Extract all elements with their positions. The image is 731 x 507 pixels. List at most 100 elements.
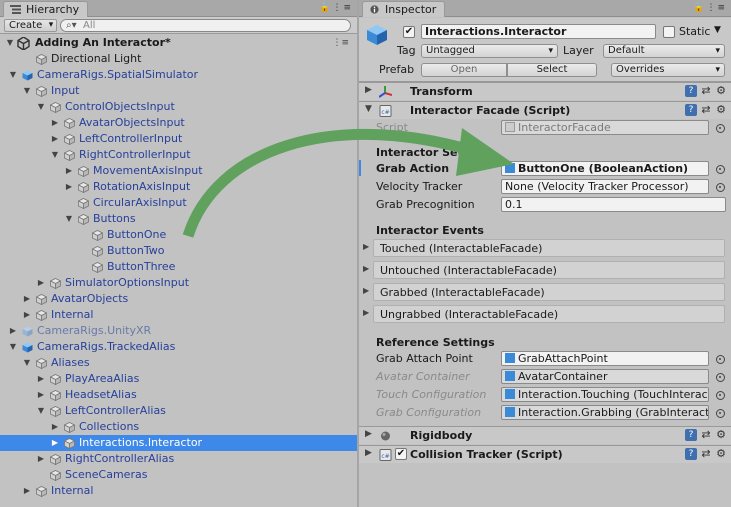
- presets-icon[interactable]: ⇄: [700, 85, 712, 97]
- component-enabled-checkbox[interactable]: ✔: [395, 448, 407, 460]
- hierarchy-row[interactable]: ▶ LeftControllerInput: [0, 131, 357, 147]
- settings-gear-icon[interactable]: ⚙: [715, 85, 727, 97]
- precognition-field[interactable]: 0.1: [501, 197, 726, 212]
- collapse-arrow-icon[interactable]: ▶: [50, 115, 60, 131]
- attach-point-field[interactable]: GrabAttachPoint: [501, 351, 709, 366]
- hierarchy-row[interactable]: ▶ CameraRigs.UnityXR: [0, 323, 357, 339]
- expand-arrow-icon[interactable]: ▼: [22, 83, 32, 99]
- collapse-arrow-icon[interactable]: ▶: [22, 307, 32, 323]
- collapse-arrow-icon[interactable]: ▶: [365, 448, 372, 458]
- grab-action-field[interactable]: ButtonOne (BooleanAction): [501, 161, 709, 176]
- event-foldout[interactable]: ▶ Ungrabbed (InteractableFacade): [363, 305, 725, 323]
- hierarchy-row[interactable]: ▶ AvatarObjects: [0, 291, 357, 307]
- hierarchy-row[interactable]: ▶ RotationAxisInput: [0, 179, 357, 195]
- hierarchy-row[interactable]: ▶ AvatarObjectsInput: [0, 115, 357, 131]
- hierarchy-row[interactable]: ButtonTwo: [0, 243, 357, 259]
- collapse-arrow-icon[interactable]: ▶: [36, 451, 46, 467]
- scene-menu-icon[interactable]: ⋮≡: [332, 35, 349, 51]
- expand-arrow-icon[interactable]: ▼: [22, 355, 32, 371]
- collapse-arrow-icon[interactable]: ▶: [50, 131, 60, 147]
- expand-arrow-icon[interactable]: ▼: [36, 99, 46, 115]
- layer-dropdown[interactable]: Default: [603, 44, 725, 58]
- expand-arrow-icon[interactable]: ▼: [36, 403, 46, 419]
- hierarchy-row[interactable]: ▼ LeftControllerAlias: [0, 403, 357, 419]
- event-foldout[interactable]: ▶ Touched (InteractableFacade): [363, 239, 725, 257]
- hierarchy-search-input[interactable]: ⌕▾ All: [60, 19, 351, 32]
- collision-component-header[interactable]: ▶ c# ✔ Collision Tracker (Script) ? ⇄ ⚙: [359, 445, 731, 463]
- expand-arrow-icon[interactable]: ▼: [50, 147, 60, 163]
- hierarchy-row[interactable]: ▼ Buttons: [0, 211, 357, 227]
- settings-gear-icon[interactable]: ⚙: [715, 448, 727, 460]
- hierarchy-row[interactable]: ButtonOne: [0, 227, 357, 243]
- prefab-select-button[interactable]: Select: [507, 63, 597, 77]
- tag-dropdown[interactable]: Untagged: [421, 44, 558, 58]
- event-foldout[interactable]: ▶ Grabbed (InteractableFacade): [363, 283, 725, 301]
- active-checkbox[interactable]: ✔: [403, 26, 415, 38]
- hierarchy-tab-menu-icon[interactable]: 🔒⋮≡: [319, 3, 353, 13]
- object-picker-icon[interactable]: [716, 165, 725, 174]
- object-picker-icon[interactable]: [716, 124, 725, 133]
- hierarchy-row[interactable]: ▶ HeadsetAlias: [0, 387, 357, 403]
- event-foldout[interactable]: ▶ Untouched (InteractableFacade): [363, 261, 725, 279]
- hierarchy-row[interactable]: Directional Light: [0, 51, 357, 67]
- collapse-arrow-icon[interactable]: ▶: [8, 323, 18, 339]
- inspector-tab-menu-icon[interactable]: 🔒⋮≡: [693, 3, 727, 13]
- expand-arrow-icon[interactable]: ▼: [64, 211, 74, 227]
- collapse-arrow-icon[interactable]: ▶: [64, 179, 74, 195]
- hierarchy-row[interactable]: ▼ ControlObjectsInput: [0, 99, 357, 115]
- prefab-overrides-dropdown[interactable]: Overrides: [611, 63, 725, 77]
- collapse-arrow-icon[interactable]: ▶: [22, 291, 32, 307]
- hierarchy-row[interactable]: ▶ Internal: [0, 483, 357, 499]
- presets-icon[interactable]: ⇄: [700, 104, 712, 116]
- collapse-arrow-icon[interactable]: ▶: [50, 435, 60, 451]
- collapse-arrow-icon[interactable]: ▶: [50, 419, 60, 435]
- settings-gear-icon[interactable]: ⚙: [715, 429, 727, 441]
- facade-component-header[interactable]: ▼ c# Interactor Facade (Script) ? ⇄ ⚙: [359, 101, 731, 119]
- collapse-arrow-icon[interactable]: ▶: [64, 163, 74, 179]
- hierarchy-row[interactable]: ▶ Collections: [0, 419, 357, 435]
- hierarchy-row[interactable]: ▶ RightControllerAlias: [0, 451, 357, 467]
- expand-arrow-icon[interactable]: ▼: [8, 67, 18, 83]
- hierarchy-row[interactable]: ▼ Aliases: [0, 355, 357, 371]
- hierarchy-row[interactable]: ▶ MovementAxisInput: [0, 163, 357, 179]
- hierarchy-row[interactable]: ButtonThree: [0, 259, 357, 275]
- help-icon[interactable]: ?: [685, 448, 697, 460]
- prefab-open-button[interactable]: Open: [421, 63, 507, 77]
- hierarchy-row[interactable]: ▶ PlayAreaAlias: [0, 371, 357, 387]
- hierarchy-row[interactable]: ▶ SimulatorOptionsInput: [0, 275, 357, 291]
- hierarchy-tab[interactable]: Hierarchy: [3, 1, 89, 17]
- collapse-arrow-icon[interactable]: ▶: [36, 371, 46, 387]
- hierarchy-row[interactable]: ▶ Internal: [0, 307, 357, 323]
- collapse-arrow-icon[interactable]: ▶: [22, 483, 32, 499]
- expand-arrow-icon[interactable]: ▼: [365, 104, 372, 114]
- hierarchy-row[interactable]: ▶ Interactions.Interactor: [0, 435, 357, 451]
- hierarchy-row[interactable]: CircularAxisInput: [0, 195, 357, 211]
- static-dropdown-icon[interactable]: ▼: [714, 23, 721, 37]
- object-picker-icon[interactable]: [716, 355, 725, 364]
- collapse-arrow-icon[interactable]: ▶: [36, 387, 46, 403]
- inspector-tab[interactable]: Inspector: [362, 1, 446, 17]
- hierarchy-row[interactable]: SceneCameras: [0, 467, 357, 483]
- presets-icon[interactable]: ⇄: [700, 448, 712, 460]
- hierarchy-row[interactable]: ▼ Input: [0, 83, 357, 99]
- hierarchy-row[interactable]: ▼ CameraRigs.SpatialSimulator: [0, 67, 357, 83]
- collapse-arrow-icon[interactable]: ▶: [363, 308, 369, 317]
- help-icon[interactable]: ?: [685, 104, 697, 116]
- rigidbody-component-header[interactable]: ▶ Rigidbody ? ⇄ ⚙: [359, 426, 731, 444]
- collapse-arrow-icon[interactable]: ▶: [365, 85, 372, 95]
- create-button[interactable]: Create: [4, 19, 58, 32]
- velocity-field[interactable]: None (Velocity Tracker Processor): [501, 179, 709, 194]
- presets-icon[interactable]: ⇄: [700, 429, 712, 441]
- scene-row[interactable]: ▼ Adding An Interactor* ⋮≡: [0, 35, 357, 51]
- collapse-arrow-icon[interactable]: ▶: [365, 429, 372, 439]
- static-checkbox[interactable]: [663, 26, 675, 38]
- object-name-field[interactable]: Interactions.Interactor: [421, 24, 656, 39]
- hierarchy-row[interactable]: ▼ CameraRigs.TrackedAlias: [0, 339, 357, 355]
- expand-arrow-icon[interactable]: ▼: [5, 35, 15, 51]
- collapse-arrow-icon[interactable]: ▶: [363, 286, 369, 295]
- help-icon[interactable]: ?: [685, 85, 697, 97]
- collapse-arrow-icon[interactable]: ▶: [363, 264, 369, 273]
- expand-arrow-icon[interactable]: ▼: [8, 339, 18, 355]
- object-picker-icon[interactable]: [716, 183, 725, 192]
- settings-gear-icon[interactable]: ⚙: [715, 104, 727, 116]
